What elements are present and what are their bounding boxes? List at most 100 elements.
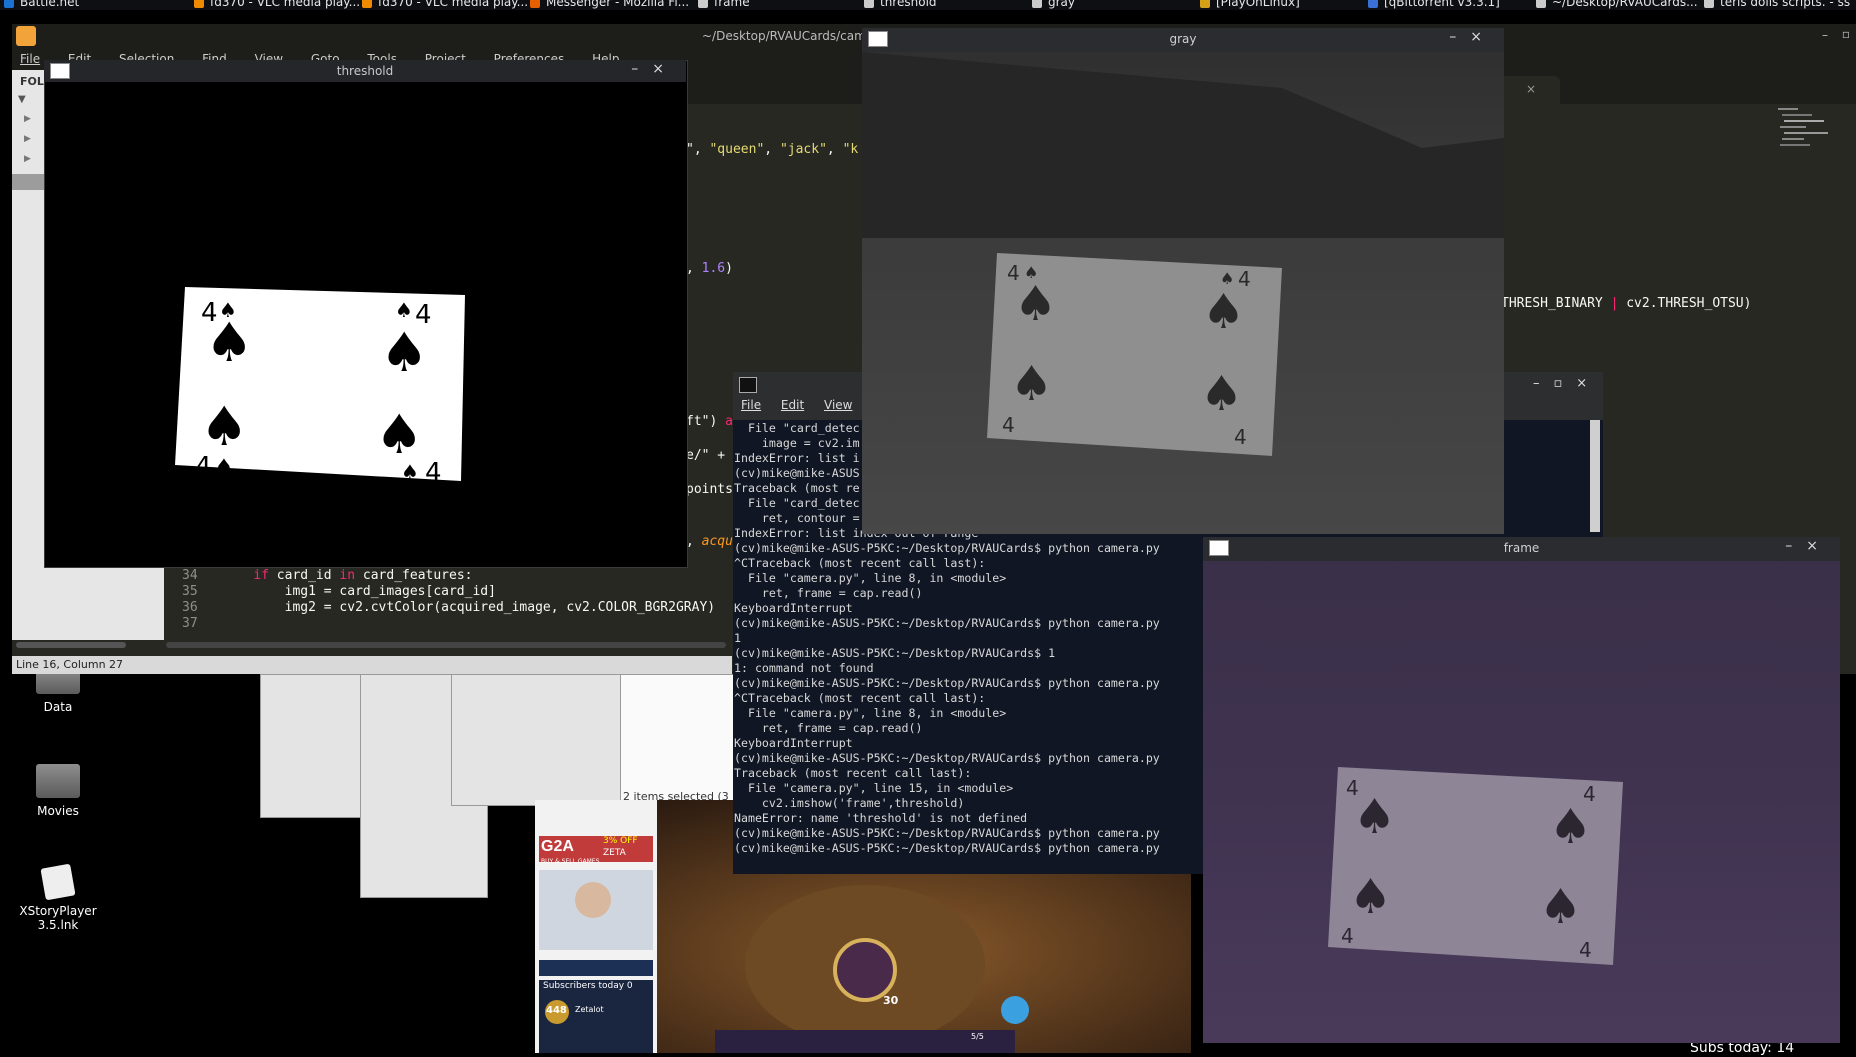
code-line-acquired: , acqu	[686, 534, 733, 549]
frame-image: 4 ♠ ♠ ♠ ♠ 4 4 4	[1203, 537, 1840, 1043]
sidebar-scrollbar[interactable]	[16, 642, 126, 648]
code-line-ranks: ", "queen", "jack", "k	[686, 142, 859, 157]
taskbar-item-gray[interactable]: gray	[1032, 0, 1075, 9]
code-line-left: ft") a	[686, 414, 733, 429]
social-bar	[539, 960, 653, 976]
editor-minimize-button[interactable]: –	[1822, 28, 1828, 42]
minimap-line	[1778, 108, 1798, 110]
streamer-face	[575, 882, 611, 918]
line-number: 35	[182, 584, 198, 599]
code-line-35: img1 = card_images[card_id]	[284, 584, 496, 599]
promo-code: ZETA	[603, 848, 626, 858]
terminal-line: (cv)mike@mike-ASUS-P5KC:~/Desktop/RVAUCa…	[734, 676, 1160, 690]
taskbar-item-scripts[interactable]: terls dolls scripts. - ss	[1704, 0, 1850, 9]
mana-crystal	[1001, 996, 1029, 1024]
editor-title: ~/Desktop/RVAUCards/came	[702, 29, 874, 43]
threshold-window: 4 ♠ ♠ ♠ ♠ ♠ 4 ♠ 4 ♠ 4 ♠	[44, 60, 688, 568]
promo-text: 3% OFF	[603, 836, 638, 846]
card-rank-corner: 4	[425, 458, 442, 488]
terminal-menu-edit[interactable]: Edit	[781, 398, 804, 412]
menu-file[interactable]: File	[20, 52, 40, 66]
terminal-line: cv2.imshow('frame',threshold)	[734, 796, 965, 810]
spade-icon: ♠	[395, 298, 413, 322]
taskbar-item-sublime[interactable]: ~/Desktop/RVAUCards...	[1536, 0, 1698, 9]
window-icon	[1536, 0, 1546, 8]
terminal-menu-view[interactable]: View	[824, 398, 852, 412]
taskbar-item-qbittorrent[interactable]: [qBittorrent v3.3.1]	[1368, 0, 1500, 9]
threshold-titlebar: threshold –×	[44, 60, 686, 82]
taskbar: Battle.net fd370 - VLC media play... fd3…	[0, 0, 1856, 10]
code-line-34: if card_id in card_features:	[253, 568, 473, 583]
taskbar-item-messenger[interactable]: Messenger - Mozilla Fi...	[530, 0, 689, 9]
card-rank-corner: 4	[1341, 924, 1354, 948]
threshold-image: 4 ♠ ♠ ♠ ♠ ♠ 4 ♠ 4 ♠ 4 ♠	[45, 61, 687, 567]
taskbar-item-vlc-2[interactable]: fd370 - VLC media play...	[362, 0, 528, 9]
folder-collapsed-icon[interactable]: ▶	[24, 114, 31, 124]
desktop-icon-data[interactable]: Data	[13, 668, 103, 714]
editor-minimap[interactable]	[1776, 104, 1854, 164]
code-line-threshold: THRESH_BINARY | cv2.THRESH_OTSU)	[1501, 296, 1752, 311]
tab-close-icon[interactable]: ×	[1526, 82, 1536, 96]
code-line-36: img2 = cv2.cvtColor(acquired_image, cv2.…	[284, 600, 716, 615]
terminal-line: ^CTraceback (most recent call last):	[734, 691, 986, 705]
editor-maximize-button[interactable]: ▫	[1842, 27, 1850, 41]
spade-icon: ♠	[401, 460, 419, 484]
gray-window: 4 ♠ ♠ ♠ ♠ ♠ 4 ♠ 4 4	[862, 28, 1504, 534]
card-rank-corner: 4	[1579, 938, 1592, 962]
terminal-line: (cv)mike@mike-ASUS-P5KC:~/Desktop/RVAUCa…	[734, 646, 1056, 660]
spade-icon: ♠	[215, 454, 233, 478]
gray-titlebar: gray –×	[862, 28, 1504, 52]
minimap-line	[1782, 114, 1812, 116]
line-number: 34	[182, 568, 198, 583]
terminal-menu-file[interactable]: File	[741, 398, 761, 412]
spade-icon: ♠	[375, 403, 423, 466]
folder-collapsed-icon[interactable]: ▶	[24, 154, 31, 164]
taskbar-item-battlenet[interactable]: Battle.net	[4, 0, 79, 9]
spade-icon: ♠	[205, 311, 253, 374]
folder-expand-icon[interactable]: ▼	[18, 94, 26, 105]
hand-cards	[715, 1030, 1015, 1053]
battlenet-icon	[4, 0, 14, 8]
sublime-icon	[16, 26, 36, 46]
frame-title: frame	[1503, 541, 1540, 555]
gray-window-buttons[interactable]: –×	[1449, 29, 1496, 45]
card-rank-corner: 4	[1583, 782, 1596, 806]
spade-icon: ♠	[1200, 366, 1243, 422]
folder-collapsed-icon[interactable]: ▶	[24, 134, 31, 144]
editor-scrollbar[interactable]	[166, 642, 726, 648]
terminal-scrollbar[interactable]	[1590, 420, 1600, 532]
terminal-line: NameError: name 'threshold' is not defin…	[734, 811, 1028, 825]
terminal-line: (cv)mike@mike-ASUS-P5KC:~/Desktop/RVAUCa…	[734, 841, 1160, 855]
taskbar-item-playonlinux[interactable]: [PlayOnLinux]	[1200, 0, 1300, 9]
editor-statusbar: Line 16, Column 27	[12, 656, 732, 674]
file-manager-window: 2 items selected (3	[620, 674, 736, 806]
taskbar-item-threshold[interactable]: threshold	[864, 0, 937, 9]
code-line-scale: , 1.6)	[686, 261, 733, 276]
code-line-path: e/" +	[686, 448, 733, 463]
line-number: 36	[182, 600, 198, 615]
minimap-line	[1784, 120, 1824, 122]
sidebar-header: FOL	[20, 75, 44, 88]
taskbar-item-frame[interactable]: frame	[698, 0, 750, 9]
terminal-line: 1	[734, 631, 741, 645]
frame-window: 4 ♠ ♠ ♠ ♠ 4 4 4	[1203, 537, 1840, 1043]
vlc-icon	[362, 0, 372, 8]
spade-icon: ♠	[1539, 879, 1582, 935]
card-rank-corner: 4	[415, 300, 432, 330]
playonlinux-icon	[1200, 0, 1210, 8]
spade-icon: ♠	[1220, 269, 1234, 288]
spade-icon: ♠	[1010, 356, 1053, 412]
threshold-title: threshold	[336, 64, 394, 78]
minimap-line	[1780, 144, 1810, 146]
terminal-window-buttons[interactable]: –▫×	[1533, 376, 1601, 391]
terminal-line: File "camera.py", line 15, in <module>	[734, 781, 1014, 795]
spade-icon: ♠	[1014, 276, 1057, 332]
terminal-line: KeyboardInterrupt	[734, 601, 853, 615]
frame-window-buttons[interactable]: –×	[1785, 538, 1832, 554]
desktop-icon-xstoryplayer[interactable]: XStoryPlayer 3.5.lnk	[13, 863, 103, 932]
threshold-window-buttons[interactable]: –×	[631, 61, 678, 77]
terminal-line: File "camera.py", line 8, in <module>	[734, 706, 1007, 720]
taskbar-item-vlc-1[interactable]: fd370 - VLC media play...	[194, 0, 360, 9]
terminal-icon	[739, 377, 757, 393]
desktop-icon-movies[interactable]: Movies	[13, 764, 103, 818]
